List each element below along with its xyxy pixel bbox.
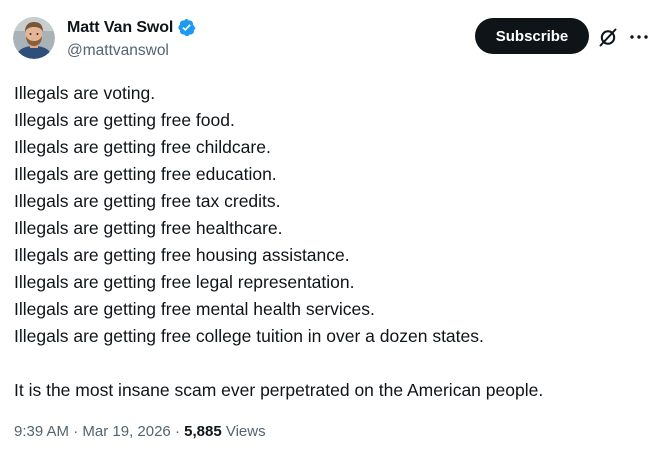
- author-handle[interactable]: @mattvanswol: [67, 42, 169, 60]
- post-meta: 9:39 AM · Mar 19, 2026 · 5,885 Views: [14, 423, 266, 440]
- post-line: Illegals are getting free housing assist…: [14, 245, 350, 265]
- meta-separator: ·: [69, 423, 83, 440]
- more-options-icon[interactable]: [628, 26, 650, 48]
- post-line: Illegals are getting free legal represen…: [14, 272, 355, 292]
- post-line: Illegals are getting free childcare.: [14, 137, 271, 157]
- verified-badge-icon[interactable]: [177, 18, 196, 37]
- post-date[interactable]: Mar 19, 2026: [82, 423, 170, 440]
- post-line: Illegals are getting free healthcare.: [14, 218, 283, 238]
- author-name-row: Matt Van Swol: [67, 18, 196, 37]
- post-line: Illegals are getting free education.: [14, 164, 277, 184]
- post-text: Illegals are voting. Illegals are gettin…: [14, 80, 644, 404]
- post-closing-line: It is the most insane scam ever perpetra…: [14, 380, 544, 400]
- views-count: 5,885: [184, 423, 222, 440]
- meta-separator: ·: [170, 423, 185, 440]
- views-label: Views: [225, 423, 266, 440]
- post-line: Illegals are getting free food.: [14, 110, 235, 130]
- post-card: Matt Van Swol @mattvanswol Subscribe Ill…: [0, 0, 657, 457]
- post-line: Illegals are getting free college tuitio…: [14, 326, 484, 346]
- avatar[interactable]: [13, 17, 55, 59]
- grok-icon[interactable]: [596, 25, 620, 49]
- post-line: Illegals are getting free tax credits.: [14, 191, 281, 211]
- subscribe-button[interactable]: Subscribe: [475, 18, 589, 54]
- post-line: Illegals are voting.: [14, 83, 156, 103]
- post-line: Illegals are getting free mental health …: [14, 299, 375, 319]
- avatar-photo: [13, 17, 55, 59]
- author-display-name[interactable]: Matt Van Swol: [67, 19, 173, 37]
- post-time[interactable]: 9:39 AM: [14, 423, 69, 440]
